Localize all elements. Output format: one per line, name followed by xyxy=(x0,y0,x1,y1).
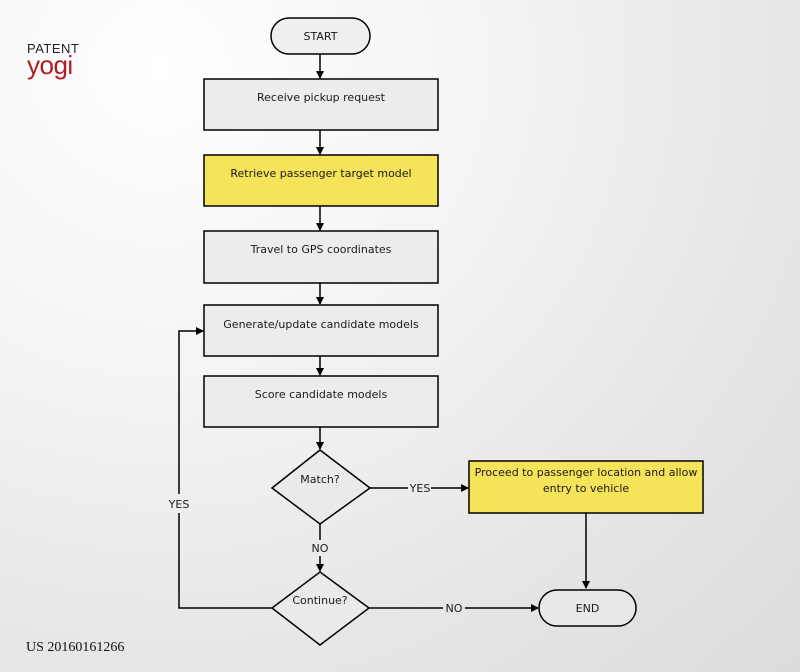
patent-number: US 20160161266 xyxy=(26,640,125,655)
edge-label-continue-yes: YES xyxy=(168,498,190,511)
decision-match-label: Match? xyxy=(300,473,340,486)
edge-label-match-yes: YES xyxy=(409,482,431,495)
step-receive-pickup-request: Receive pickup request xyxy=(203,78,439,131)
step-proceed-to-passenger: Proceed to passenger location and allow … xyxy=(468,460,704,514)
step-receive-label: Receive pickup request xyxy=(257,91,386,104)
step-proceed-label-line1: Proceed to passenger location and allow xyxy=(475,466,698,479)
step-retrieve-label: Retrieve passenger target model xyxy=(230,167,411,180)
step-score-label: Score candidate models xyxy=(255,388,388,401)
decision-continue-label: Continue? xyxy=(292,594,347,607)
flowchart: START Receive pickup request Retrieve pa… xyxy=(168,17,704,646)
start-label: START xyxy=(304,30,338,43)
step-generate-label: Generate/update candidate models xyxy=(223,318,419,331)
decision-continue: Continue? xyxy=(270,571,371,646)
step-generate-candidate-models: Generate/update candidate models xyxy=(203,304,439,357)
decision-match: Match? xyxy=(270,449,372,525)
edge-continue-yes-a xyxy=(178,513,272,609)
edge-label-match-no: NO xyxy=(312,542,329,555)
edge-continue-yes-b xyxy=(178,327,204,494)
edge-label-continue-no: NO xyxy=(446,602,463,615)
step-score-candidate-models: Score candidate models xyxy=(203,375,439,428)
end-terminal: END xyxy=(538,589,637,627)
start-terminal: START xyxy=(270,17,371,55)
step-travel-label: Travel to GPS coordinates xyxy=(250,243,392,256)
step-retrieve-target-model: Retrieve passenger target model xyxy=(203,154,439,207)
step-proceed-label-line2: entry to vehicle xyxy=(543,482,630,495)
step-travel-to-gps: Travel to GPS coordinates xyxy=(203,230,439,284)
end-label: END xyxy=(576,602,600,615)
